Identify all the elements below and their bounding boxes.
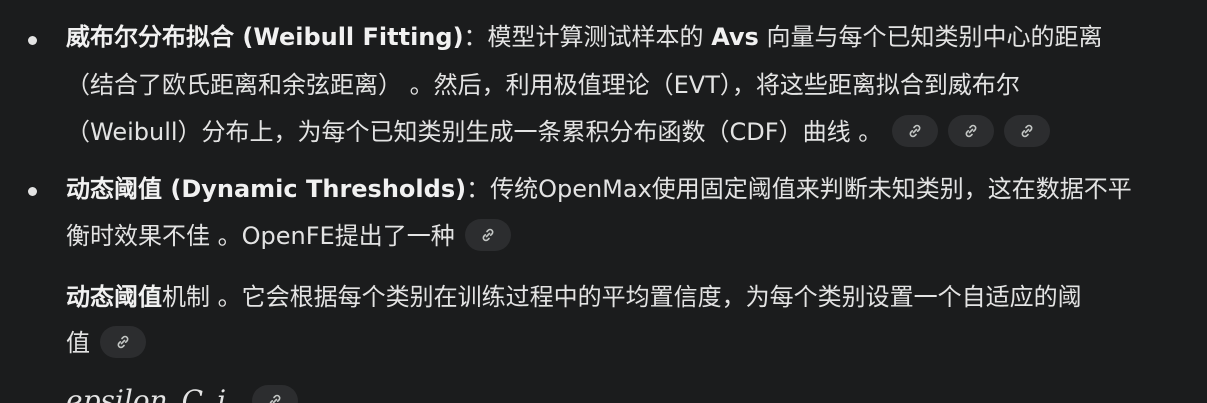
para3-line1: 动态阈值机制 。它会根据每个类别在训练过程中的平均置信度，为每个类别设置一个自适… [66,280,1082,316]
link-icon [269,394,281,403]
link-icon [482,228,494,242]
bullet-dot [28,187,37,196]
bullet-dot [28,36,37,45]
para3-line2-text: 值 [66,329,90,357]
item1-line3-text: （Weibull）分布上，为每个已知类别生成一条累积分布函数（CDF）曲线 。 [66,118,883,146]
link-icon [117,335,129,349]
item1-text: ：模型计算测试样本的 [463,23,712,51]
link-icon [965,124,977,138]
item1-bold-avs: Avs [711,23,759,51]
math-line: epsilon_C_i [66,384,299,403]
item2-line1: 动态阈值 (Dynamic Thresholds)：传统OpenMax使用固定阈… [66,172,1132,208]
item1-line3: （Weibull）分布上，为每个已知类别生成一条累积分布函数（CDF）曲线 。 [66,115,1051,151]
link-icon [1021,124,1033,138]
link-icon [909,124,921,138]
citation-chip[interactable] [252,385,299,403]
item1-line2: （结合了欧氏距离和余弦距离） 。然后，利用极值理论（EVT），将这些距离拟合到威… [66,71,1020,99]
math-expression: epsilon_C_i [66,384,227,403]
item2-text: ：传统OpenMax使用固定阈值来判断未知类别，这在数据不平 [466,175,1132,203]
citation-chip[interactable] [1004,115,1051,147]
citation-chip[interactable] [464,219,511,251]
response-content: 威布尔分布拟合 (Weibull Fitting)：模型计算测试样本的 Avs … [0,0,1207,403]
citation-chip[interactable] [100,326,146,358]
para3-bold: 动态阈值 [66,283,162,311]
item2-line2-text: 衡时效果不佳 。OpenFE提出了一种 [66,222,455,250]
item2-line2: 衡时效果不佳 。OpenFE提出了一种 [66,219,511,255]
item1-title: 威布尔分布拟合 (Weibull Fitting) [66,23,464,51]
item1-text-tail: 向量与每个已知类别中心的距离 [758,23,1103,51]
citation-chip[interactable] [948,115,995,147]
item1-line1: 威布尔分布拟合 (Weibull Fitting)：模型计算测试样本的 Avs … [66,20,1102,56]
item2-title: 动态阈值 (Dynamic Thresholds) [66,175,467,203]
para3-text: 机制 。它会根据每个类别在训练过程中的平均置信度，为每个类别设置一个自适应的阈 [162,283,1082,311]
para3-line2: 值 [66,326,146,362]
citation-chip[interactable] [892,115,939,147]
